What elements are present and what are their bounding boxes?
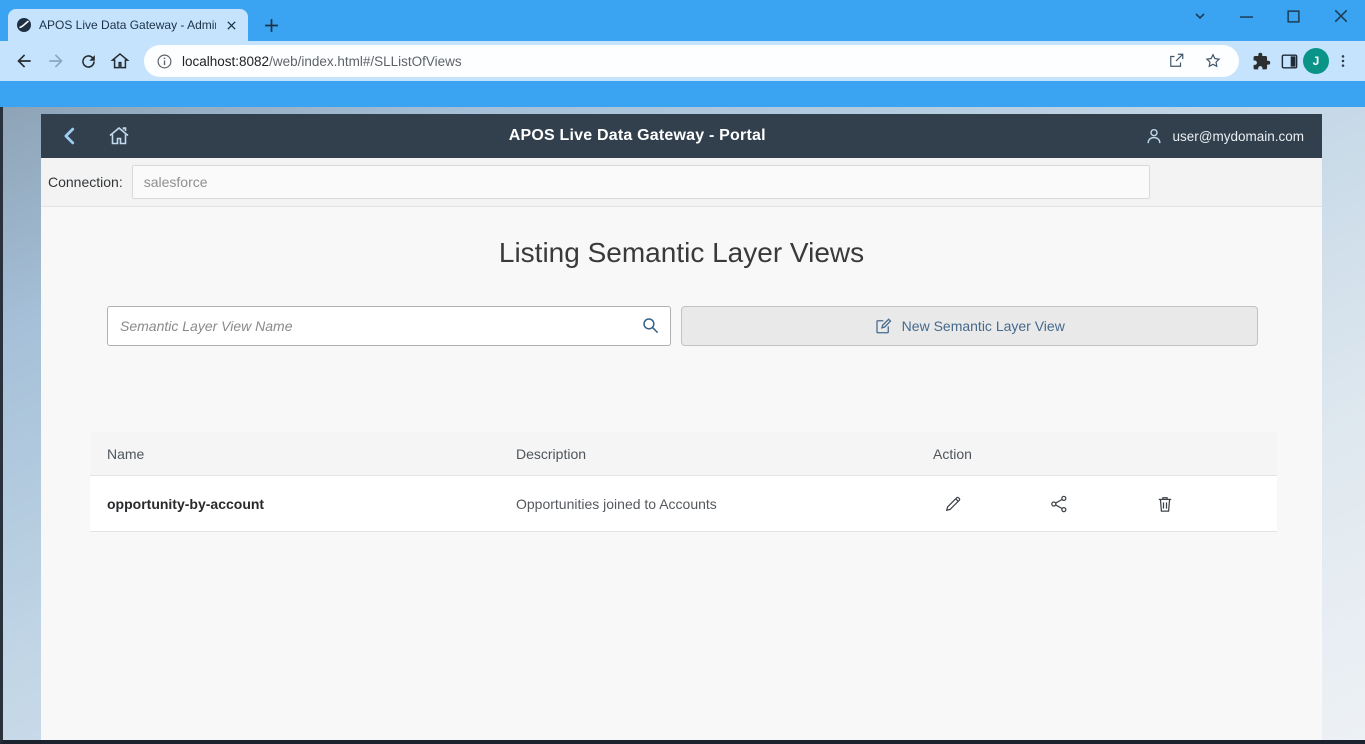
extensions-puzzle-icon[interactable] <box>1247 47 1275 75</box>
connection-input[interactable] <box>132 165 1150 199</box>
connection-bar: Connection: <box>41 158 1322 207</box>
app-home-icon[interactable] <box>107 124 131 148</box>
view-description: Opportunities joined to Accounts <box>499 496 916 512</box>
search-input[interactable] <box>107 306 671 346</box>
new-semantic-layer-view-button[interactable]: New Semantic Layer View <box>681 306 1259 346</box>
table-row[interactable]: opportunity-by-account Opportunities joi… <box>90 476 1277 532</box>
user-person-icon <box>1144 126 1164 146</box>
url-path: /web/index.html#/SLListOfViews <box>269 54 462 69</box>
tab-title: APOS Live Data Gateway - Admin <box>39 18 216 32</box>
reload-button[interactable] <box>72 45 104 77</box>
app-back-chevron-icon[interactable] <box>59 125 81 147</box>
action-cell <box>916 493 1277 515</box>
new-button-label: New Semantic Layer View <box>902 318 1065 334</box>
browser-toolbar: localhost:8082/web/index.html#/SLListOfV… <box>0 41 1365 81</box>
edit-square-icon <box>874 317 892 335</box>
tab-close-icon[interactable] <box>223 17 240 34</box>
tab-strip: APOS Live Data Gateway - Admin <box>0 0 1365 41</box>
app-header-nav <box>59 124 131 148</box>
site-favicon-globe-icon <box>16 17 32 33</box>
browser-window: APOS Live Data Gateway - Admin <box>0 0 1365 744</box>
share-icon[interactable] <box>1162 47 1190 75</box>
back-button[interactable] <box>8 45 40 77</box>
user-area[interactable]: user@mydomain.com <box>1144 126 1305 146</box>
app-header: APOS Live Data Gateway - Portal user@myd… <box>41 114 1322 158</box>
edit-pencil-icon[interactable] <box>942 493 964 515</box>
new-tab-button[interactable] <box>260 14 282 36</box>
minimize-button[interactable] <box>1238 8 1255 25</box>
page-title: Listing Semantic Layer Views <box>41 237 1322 269</box>
browser-menu-dots-icon[interactable] <box>1329 47 1357 75</box>
profile-avatar[interactable]: J <box>1303 48 1329 74</box>
app-container: APOS Live Data Gateway - Portal user@myd… <box>41 114 1322 740</box>
user-email: user@mydomain.com <box>1173 129 1305 144</box>
address-bar[interactable]: localhost:8082/web/index.html#/SLListOfV… <box>144 45 1239 77</box>
app-title: APOS Live Data Gateway - Portal <box>131 127 1144 145</box>
url-text[interactable]: localhost:8082/web/index.html#/SLListOfV… <box>182 54 1153 69</box>
tab-search-chevron-icon[interactable] <box>1191 8 1208 25</box>
page-background: APOS Live Data Gateway - Portal user@myd… <box>0 107 1365 744</box>
side-panel-icon[interactable] <box>1275 47 1303 75</box>
main-content: Listing Semantic Layer Views New Semanti… <box>41 207 1322 740</box>
column-header-action: Action <box>916 446 1277 462</box>
close-button[interactable] <box>1332 8 1349 25</box>
site-info-icon[interactable] <box>156 53 173 70</box>
view-name: opportunity-by-account <box>90 496 499 512</box>
connection-label: Connection: <box>48 174 123 190</box>
window-controls <box>1191 0 1357 32</box>
controls-row: New Semantic Layer View <box>107 306 1258 346</box>
bookmark-star-icon[interactable] <box>1199 47 1227 75</box>
search-icon[interactable] <box>641 316 660 340</box>
views-table: Name Description Action opportunity-by-a… <box>90 432 1277 532</box>
forward-button[interactable] <box>40 45 72 77</box>
table-header-row: Name Description Action <box>90 432 1277 476</box>
column-header-name: Name <box>90 446 499 462</box>
home-button[interactable] <box>104 45 136 77</box>
browser-tab[interactable]: APOS Live Data Gateway - Admin <box>8 9 248 41</box>
share-nodes-icon[interactable] <box>1048 493 1070 515</box>
delete-trash-icon[interactable] <box>1154 493 1176 515</box>
theme-strip <box>0 81 1365 107</box>
column-header-description: Description <box>499 446 916 462</box>
maximize-button[interactable] <box>1285 8 1302 25</box>
url-origin: localhost:8082 <box>182 54 269 69</box>
search-field <box>107 306 671 346</box>
